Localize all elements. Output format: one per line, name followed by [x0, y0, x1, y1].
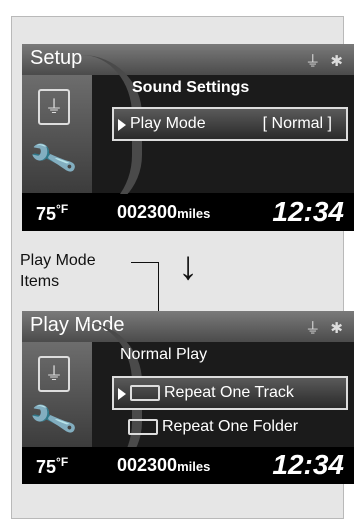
- down-arrow-icon: ↓: [178, 244, 198, 288]
- repeat-track-icon: [130, 384, 160, 401]
- odometer: 002300miles: [117, 202, 211, 222]
- setup-content: ⏚ 🔧 Sound Settings Play Mode [ Normal ]: [22, 55, 354, 215]
- selection-arrow-icon: [118, 119, 126, 131]
- setup-title: Setup: [30, 47, 83, 69]
- selection-arrow-icon: [118, 388, 126, 400]
- clock: 12:34: [272, 196, 344, 227]
- callout-line: [131, 262, 159, 263]
- odometer: 002300miles: [117, 455, 211, 475]
- usb-bluetooth-icons: ⏚ ✱: [305, 320, 346, 337]
- temperature: 75°F: [36, 202, 69, 224]
- sound-settings-label: Sound Settings: [132, 79, 250, 96]
- usb-icon: ⏚: [38, 356, 70, 392]
- usb-bluetooth-icons: ⏚ ✱: [305, 53, 346, 70]
- repeat-folder-icon: [128, 418, 158, 435]
- clock: 12:34: [272, 449, 344, 480]
- setup-title-bar: Setup ⏚ ✱: [22, 44, 354, 76]
- repeat-one-track-item[interactable]: Repeat One Track: [112, 376, 348, 410]
- play-mode-row[interactable]: Play Mode [ Normal ]: [112, 107, 348, 141]
- play-mode-label: Play Mode: [130, 115, 206, 132]
- play-mode-content: ⏚ 🔧 Normal Play Repeat One Track Repeat …: [22, 322, 354, 482]
- callout-caption: Play Mode Items: [20, 252, 96, 290]
- play-mode-title-bar: Play Mode ⏚ ✱: [22, 311, 354, 343]
- status-bar: 75°F 002300miles 12:34: [22, 447, 354, 484]
- setup-screen: Setup ⏚ ✱ ⏚ 🔧 Sound Settings Play Mode […: [22, 44, 354, 231]
- play-mode-value: [ Normal ]: [262, 115, 332, 132]
- usb-icon: ⏚: [38, 89, 70, 125]
- normal-play-item[interactable]: Normal Play: [112, 342, 348, 376]
- status-bar: 75°F 002300miles 12:34: [22, 194, 354, 231]
- wrench-icon: 🔧: [26, 133, 80, 185]
- temperature: 75°F: [36, 455, 69, 477]
- wrench-icon: 🔧: [26, 394, 80, 446]
- repeat-one-folder-item[interactable]: Repeat One Folder: [112, 412, 348, 446]
- play-mode-screen: Play Mode ⏚ ✱ ⏚ 🔧 Normal Play Repeat One…: [22, 311, 354, 484]
